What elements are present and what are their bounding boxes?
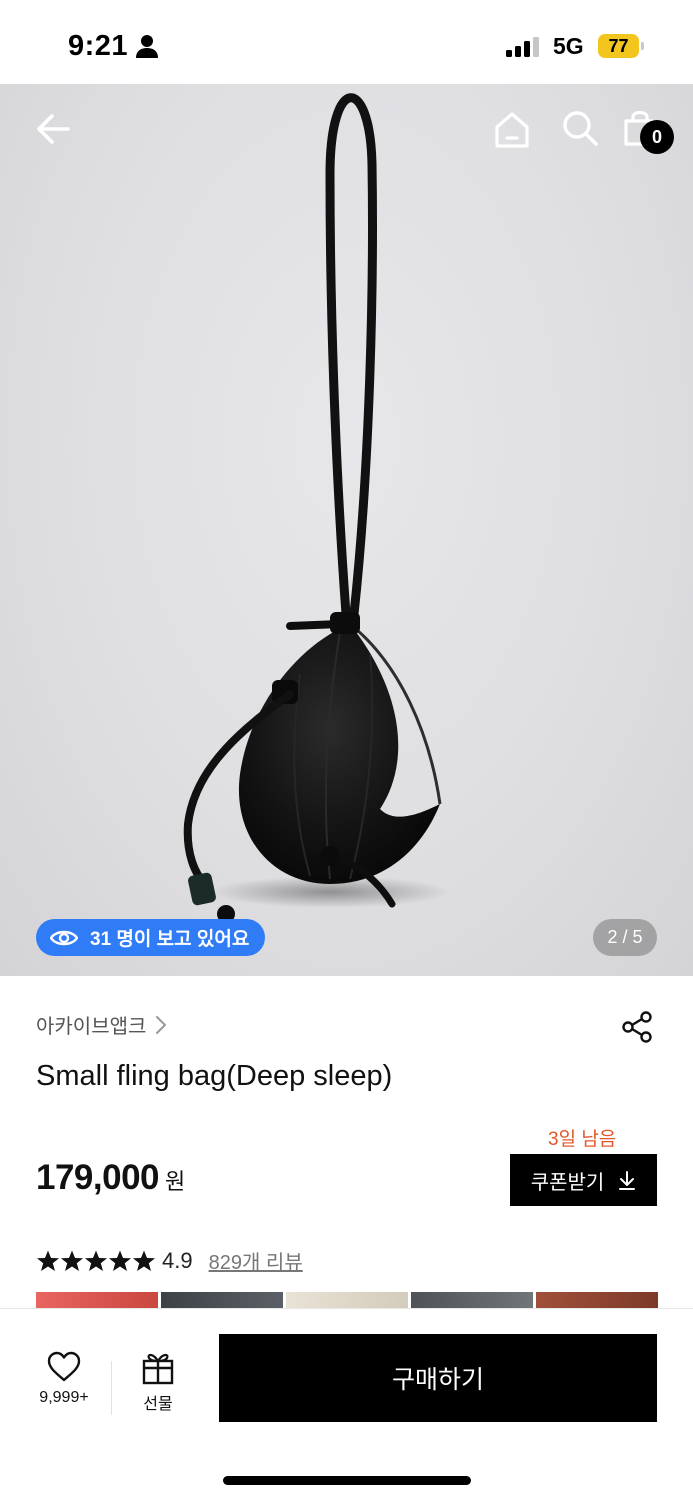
brand-link[interactable]: 아카이브앱크 [36,1010,168,1039]
divider [111,1361,112,1415]
price: 179,000 원 [36,1158,185,1198]
home-indicator[interactable] [223,1476,471,1485]
gift-button[interactable]: 선물 [130,1351,186,1414]
image-page-indicator: 2 / 5 [593,919,657,956]
chevron-right-icon [156,1015,167,1034]
price-value: 179,000 [36,1158,160,1197]
wishlist-count: 9,999+ [39,1389,89,1406]
brand-name: 아카이브앱크 [36,1016,147,1038]
gift-label: 선물 [143,1396,173,1413]
eye-icon [50,930,78,945]
product-photo [183,93,450,923]
star-icon [61,1250,83,1271]
share-icon[interactable] [620,1010,654,1044]
rating-value: 4.9 [162,1247,193,1273]
live-viewers-text: 31 명이 보고 있어요 [90,929,250,950]
heart-icon [47,1351,81,1382]
star-icon [85,1250,107,1271]
wishlist-button[interactable]: 9,999+ [30,1351,98,1407]
home-icon[interactable] [490,108,534,152]
product-image-carousel[interactable]: 0 31 명이 보고 있어요 2 / 5 [0,84,693,976]
get-coupon-button[interactable]: 쿠폰받기 [510,1154,657,1206]
product-title: Small fling bag(Deep sleep) [36,1060,393,1092]
gift-icon [142,1353,174,1385]
star-icon [109,1250,131,1271]
bottom-action-bar: 9,999+ 선물 구매하기 [0,1308,693,1501]
buy-button[interactable]: 구매하기 [219,1334,657,1422]
download-icon [619,1171,636,1190]
status-time: 9:21 [68,30,129,62]
search-icon[interactable] [560,108,600,148]
rating-stars [36,1249,156,1273]
network-type: 5G [553,33,584,59]
live-viewers-badge: 31 명이 보고 있어요 [36,919,266,956]
star-icon [133,1250,155,1271]
rating-row: 4.9 829개 리뷰 [36,1246,303,1275]
battery-level: 77 [598,34,639,58]
back-icon[interactable] [32,108,74,150]
battery-icon: 77 [598,34,644,58]
review-count-link[interactable]: 829개 리뷰 [209,1246,303,1275]
price-currency: 원 [165,1169,186,1194]
cart-count-badge[interactable]: 0 [640,120,674,154]
status-bar: 9:21 5G 77 [0,0,693,84]
coupon-timer: 3일 남음 [548,1129,617,1150]
signal-icon [506,37,539,57]
star-icon [37,1250,59,1271]
get-coupon-label: 쿠폰받기 [530,1171,605,1194]
person-icon [136,35,158,58]
